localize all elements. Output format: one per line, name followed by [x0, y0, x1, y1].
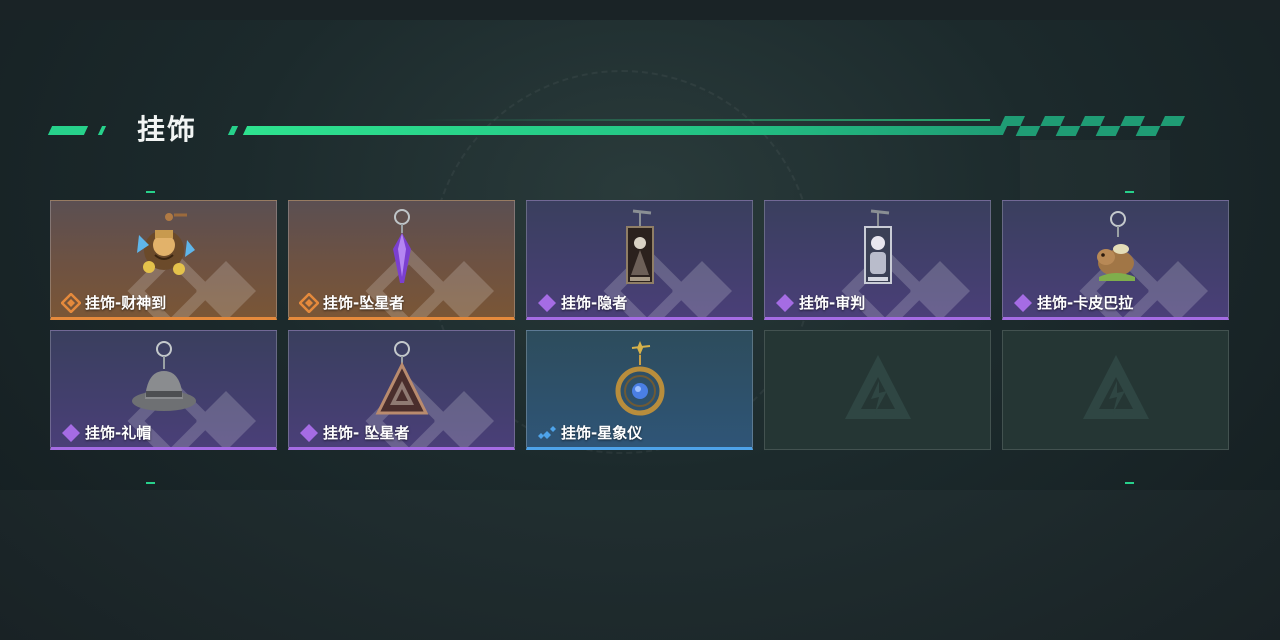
empty-slot-logo-icon	[1083, 355, 1149, 419]
header-accent	[97, 126, 107, 135]
charm-card[interactable]: 挂饰-隐者	[526, 200, 753, 320]
section-title: 挂饰	[137, 113, 198, 146]
charm-label: 挂饰- 坠星者	[299, 422, 409, 443]
empty-slot-logo-icon	[845, 355, 911, 419]
judgement-tarot-charm-icon	[863, 209, 892, 284]
charm-label: 挂饰-卡皮巴拉	[1013, 292, 1133, 313]
top-band	[0, 0, 1280, 20]
rarity-purple-icon	[1014, 293, 1032, 312]
charm-grid: 挂饰-财神到 挂饰-坠星者 挂饰-隐者 挂饰-审判 挂饰-卡皮巴拉 挂饰-礼帽 …	[50, 200, 1230, 450]
charm-card[interactable]: 挂饰-财神到	[50, 200, 277, 320]
charm-card[interactable]: 挂饰- 坠星者	[288, 330, 515, 450]
header-thin-line	[420, 119, 990, 121]
charm-label: 挂饰-审判	[775, 292, 865, 313]
background-shape	[0, 490, 1280, 640]
purple-crystal-charm-icon	[392, 209, 411, 283]
charm-name: 挂饰-隐者	[561, 294, 628, 312]
charm-name: 挂饰-卡皮巴拉	[1037, 294, 1134, 312]
charm-label: 挂饰-财神到	[61, 292, 166, 313]
header-bar	[242, 126, 1008, 135]
header-accent	[47, 126, 89, 135]
charm-card[interactable]: 挂饰-卡皮巴拉	[1002, 200, 1229, 320]
rarity-blue-icon	[538, 425, 556, 439]
hermit-tarot-charm-icon	[625, 209, 654, 284]
capybara-charm-icon	[1096, 211, 1135, 281]
rarity-purple-icon	[62, 423, 80, 442]
rarity-orange-icon	[61, 292, 81, 313]
charm-name: 挂饰-审判	[799, 294, 866, 312]
charm-card[interactable]: 挂饰-审判	[764, 200, 991, 320]
rarity-orange-icon	[299, 292, 319, 313]
astrolabe-charm-icon	[615, 341, 664, 416]
corner-mark	[146, 482, 155, 484]
corner-mark	[1125, 191, 1134, 193]
charm-card[interactable]: 挂饰-星象仪	[526, 330, 753, 450]
empty-charm-slot[interactable]	[1002, 330, 1229, 450]
charm-card[interactable]: 挂饰-礼帽	[50, 330, 277, 450]
rarity-purple-icon	[538, 293, 556, 312]
charm-card[interactable]: 挂饰-坠星者	[288, 200, 515, 320]
header-accent	[227, 126, 239, 135]
charm-name: 挂饰-财神到	[85, 294, 167, 312]
corner-mark	[146, 191, 155, 193]
charm-label: 挂饰-礼帽	[61, 422, 151, 443]
charm-name: 挂饰-礼帽	[85, 424, 152, 442]
empty-charm-slot[interactable]	[764, 330, 991, 450]
fedora-hat-charm-icon	[131, 341, 196, 411]
header-checker-pattern	[1000, 116, 1185, 136]
corner-mark	[1125, 482, 1134, 484]
god-of-wealth-charm-icon	[136, 213, 195, 275]
charm-name: 挂饰-星象仪	[561, 424, 643, 442]
charm-name: 挂饰-坠星者	[323, 294, 405, 312]
charm-label: 挂饰-星象仪	[537, 422, 642, 443]
charm-name: 挂饰- 坠星者	[323, 424, 410, 442]
triangle-emblem-charm-icon	[375, 341, 428, 415]
rarity-purple-icon	[776, 293, 794, 312]
charm-label: 挂饰-隐者	[537, 292, 627, 313]
charm-label: 挂饰-坠星者	[299, 292, 404, 313]
rarity-purple-icon	[300, 423, 318, 442]
